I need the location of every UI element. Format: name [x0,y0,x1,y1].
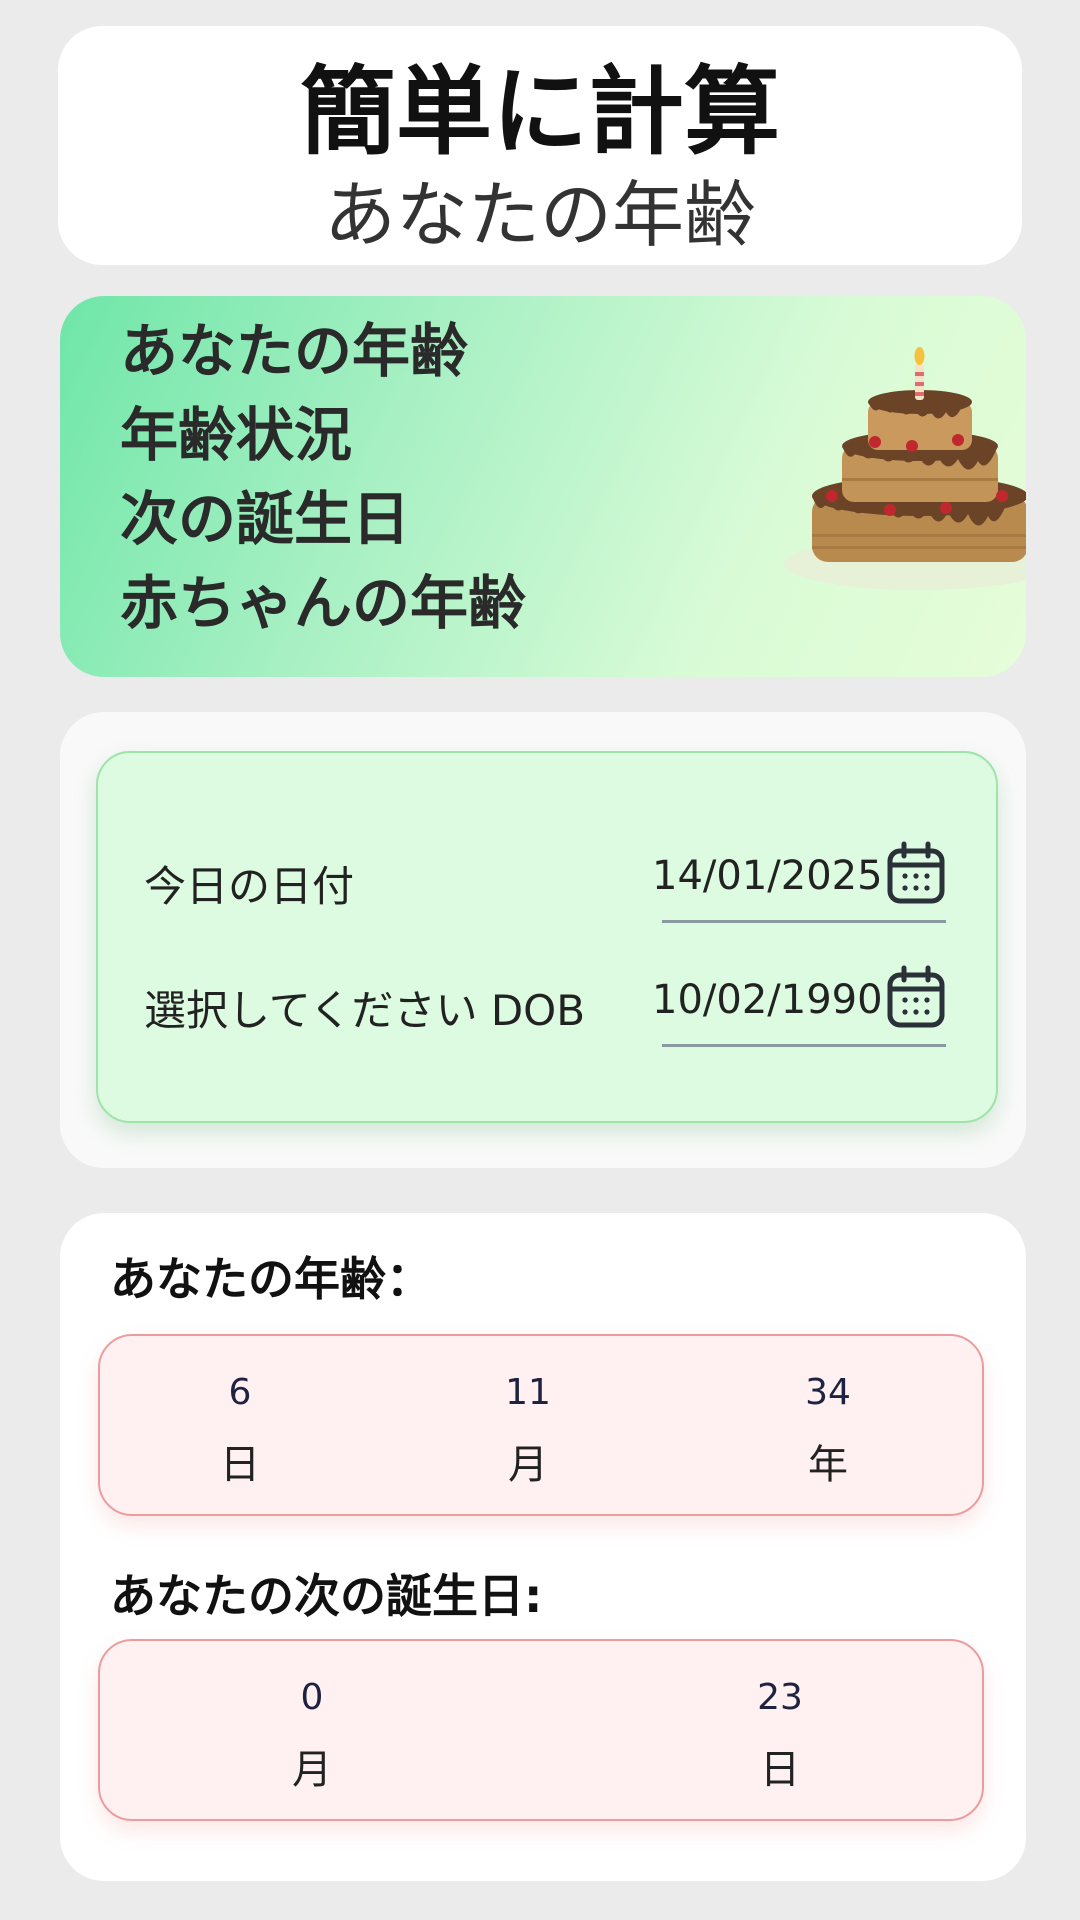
today-date-value[interactable]: 14/01/2025 [652,853,883,899]
calendar-icon[interactable] [886,841,946,905]
date-input-card: 今日の日付 14/01/2025 選択してください DOB 10/02/1990 [60,712,1026,1168]
header-card: 簡単に計算 あなたの年齢 [58,26,1022,265]
age-result-title: あなたの年齢： [110,1252,432,1306]
age-years-unit: 年 [808,1442,848,1488]
birthday-cake-icon [784,347,1026,590]
app-subtitle: あなたの年齢 [323,173,756,257]
age-days-stat: 6 日 [140,1372,340,1490]
next-months-value: 0 [300,1677,324,1718]
next-months-stat: 0 月 [212,1677,412,1795]
dob-label: 選択してください DOB [144,986,586,1035]
age-days-value: 6 [228,1372,252,1413]
app-title: 簡単に計算 [300,56,780,168]
dob-date-value[interactable]: 10/02/1990 [652,977,883,1023]
today-date-label: 今日の日付 [144,862,355,911]
results-card: あなたの年齢： 6 日 11 月 34 年 あなたの次の誕生日: 0 月 23 … [60,1213,1026,1881]
age-months-stat: 11 月 [428,1372,628,1490]
age-days-unit: 日 [220,1442,260,1488]
calendar-icon[interactable] [886,965,946,1029]
next-days-value: 23 [757,1677,803,1718]
date-input-panel: 今日の日付 14/01/2025 選択してください DOB 10/02/1990 [96,751,998,1123]
banner-line-baby-age: 赤ちゃんの年齢 [120,569,527,637]
next-days-stat: 23 日 [680,1677,880,1795]
dob-date-field[interactable]: 10/02/1990 [652,963,946,1047]
banner-line-age-status: 年齢状況 [120,401,353,469]
next-birthday-title: あなたの次の誕生日: [110,1569,543,1623]
age-years-stat: 34 年 [728,1372,928,1490]
next-birthday-box: 0 月 23 日 [98,1639,984,1821]
next-months-unit: 月 [292,1747,332,1793]
today-date-field[interactable]: 14/01/2025 [652,839,946,923]
next-days-unit: 日 [760,1747,800,1793]
banner-line-next-birthday: 次の誕生日 [120,485,411,553]
age-months-value: 11 [505,1372,551,1413]
banner-line-age: あなたの年齢 [120,317,469,385]
age-years-value: 34 [805,1372,851,1413]
feature-banner: あなたの年齢 年齢状況 次の誕生日 赤ちゃんの年齢 [60,296,1026,677]
age-result-box: 6 日 11 月 34 年 [98,1334,984,1516]
age-months-unit: 月 [508,1442,548,1488]
